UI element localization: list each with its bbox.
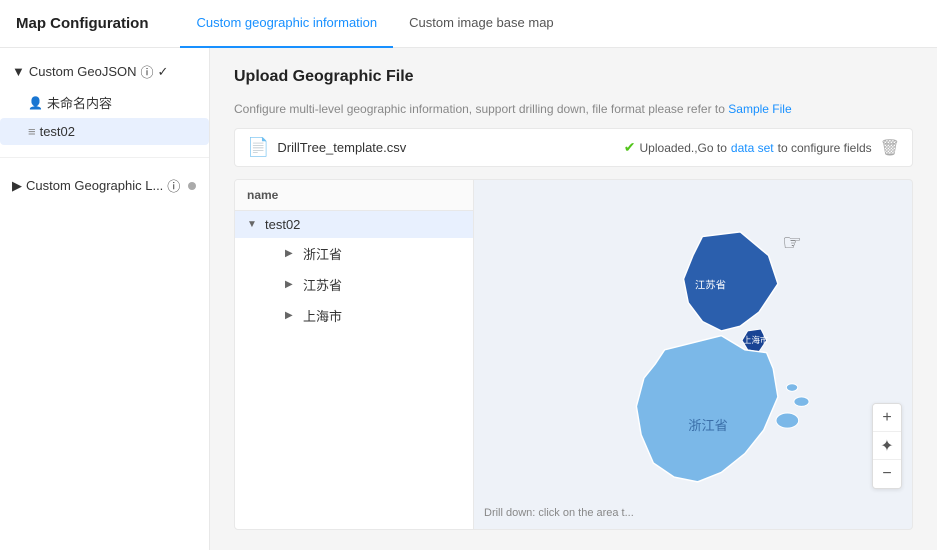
sample-file-link[interactable]: Sample File	[728, 102, 791, 116]
sidebar-geo-layer-label: Custom Geographic L...	[26, 178, 163, 193]
user-icon: 👤	[28, 96, 43, 110]
tab-geo[interactable]: Custom geographic information	[180, 0, 393, 48]
info-icon-2: ⓘ	[167, 176, 180, 195]
jiangsu-label: 江苏省	[695, 278, 726, 291]
file-delete-button[interactable]: 🗑	[880, 138, 900, 158]
tree-arrow-jiangsu: ▶	[285, 279, 297, 290]
tree-label-zhejiang: 浙江省	[303, 244, 342, 263]
tree-row-zhejiang[interactable]: ▶ 浙江省	[235, 238, 473, 269]
upload-title: Upload Geographic File	[234, 68, 913, 86]
tree-arrow-zhejiang: ▶	[285, 248, 297, 259]
tree-arrow-shanghai: ▶	[285, 310, 297, 321]
sidebar-geojson-header[interactable]: ▼ Custom GeoJSON ⓘ ✓	[0, 56, 209, 87]
zoom-in-button[interactable]: +	[873, 404, 901, 432]
file-upload-row: 📄 DrillTree_template.csv ✔ Uploaded.,Go …	[234, 128, 913, 167]
file-status-area: ✔ Uploaded.,Go to data set to configure …	[624, 139, 872, 156]
info-icon: ⓘ	[141, 62, 154, 81]
tree-map-split: name ▼ test02 ▶ 浙江省 ▶ 江苏省 ▶	[234, 179, 913, 530]
map-controls: + ✦ −	[872, 403, 902, 489]
expand-arrow-icon: ▼	[12, 64, 25, 79]
tree-row-jiangsu[interactable]: ▶ 江苏省	[235, 269, 473, 300]
map-svg: 江苏省 上海市 浙江省	[474, 180, 912, 529]
content-area: Upload Geographic File Configure multi-l…	[210, 48, 937, 550]
sidebar-geo-layer-header[interactable]: ▶ Custom Geographic L... ⓘ	[0, 170, 209, 201]
sidebar-geo-layers-section: ▶ Custom Geographic L... ⓘ	[0, 162, 209, 209]
island3	[786, 384, 797, 392]
file-status-text: Uploaded.,Go to	[640, 141, 727, 155]
app-header: Map Configuration Custom geographic info…	[0, 0, 937, 48]
island2	[794, 397, 809, 406]
csv-file-icon: 📄	[247, 137, 269, 158]
drill-text: Drill down: click on the area t...	[484, 507, 634, 519]
app-title: Map Configuration	[16, 15, 148, 32]
collapsed-arrow-icon: ▶	[12, 178, 22, 194]
tree-header: name	[235, 180, 473, 211]
region-zhejiang[interactable]	[636, 336, 777, 482]
zoom-out-button[interactable]: −	[873, 460, 901, 488]
sidebar-divider	[0, 157, 209, 158]
file-name-label: DrillTree_template.csv	[277, 140, 615, 155]
upload-description: Configure multi-level geographic informa…	[234, 102, 913, 116]
tree-row-shanghai[interactable]: ▶ 上海市	[235, 300, 473, 331]
tree-arrow-test02: ▼	[247, 219, 259, 230]
zhejiang-label: 浙江省	[688, 418, 728, 433]
check-icon: ✔	[624, 139, 636, 156]
file-status-suffix: to configure fields	[778, 141, 872, 155]
upload-desc-text: Configure multi-level geographic informa…	[234, 102, 725, 116]
sidebar-item-test02[interactable]: ≡ test02	[0, 118, 209, 145]
dataset-link[interactable]: data set	[731, 141, 774, 155]
sidebar-geojson-label: Custom GeoJSON	[29, 64, 137, 79]
tab-img[interactable]: Custom image base map	[393, 0, 570, 48]
tree-label-test02: test02	[265, 217, 300, 232]
tab-bar: Custom geographic information Custom ima…	[180, 0, 569, 48]
island1	[776, 413, 799, 428]
sidebar-label-unnamed: 未命名内容	[47, 93, 112, 112]
sidebar: ▼ Custom GeoJSON ⓘ ✓ 👤 未命名内容 ≡ test02 ▶ …	[0, 48, 210, 550]
geojson-badge: ✓	[158, 64, 169, 80]
sidebar-item-unnamed[interactable]: 👤 未命名内容	[0, 87, 209, 118]
tree-panel: name ▼ test02 ▶ 浙江省 ▶ 江苏省 ▶	[234, 179, 474, 530]
reset-button[interactable]: ✦	[873, 432, 901, 460]
tree-label-jiangsu: 江苏省	[303, 275, 342, 294]
tree-label-shanghai: 上海市	[303, 306, 342, 325]
dot-indicator	[188, 182, 196, 190]
stack-icon: ≡	[28, 124, 36, 139]
tree-row-test02[interactable]: ▼ test02	[235, 211, 473, 238]
sidebar-label-test02: test02	[40, 124, 75, 139]
map-panel[interactable]: 江苏省 上海市 浙江省 ☞ + ✦	[474, 179, 913, 530]
main-layout: ▼ Custom GeoJSON ⓘ ✓ 👤 未命名内容 ≡ test02 ▶ …	[0, 48, 937, 550]
shanghai-label: 上海市	[743, 335, 769, 345]
sidebar-geojson-section: ▼ Custom GeoJSON ⓘ ✓ 👤 未命名内容 ≡ test02	[0, 48, 209, 153]
